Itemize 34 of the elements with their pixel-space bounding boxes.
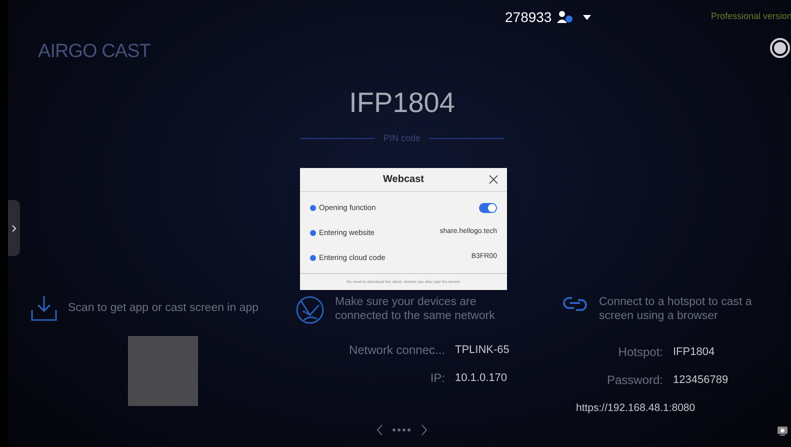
page-navigation-drawing[interactable] [377, 424, 427, 436]
info-icon [310, 204, 316, 210]
device-name: IFP1804 [349, 86, 455, 120]
close-icon[interactable] [489, 175, 498, 184]
download-icon [30, 295, 58, 322]
chevron-right-icon [12, 224, 16, 232]
browser-url: https://192.168.48.1:8080 [576, 401, 696, 416]
globe-icon [295, 295, 325, 326]
field-value: TPLINK-65 [455, 343, 510, 358]
dialog-title: Webcast [383, 173, 424, 187]
hotspot-instruction: Connect to a hotspot to cast a screen using a browser [599, 295, 753, 324]
info-icon [310, 230, 316, 236]
field-value: IFP1804 [673, 345, 715, 360]
dropdown-caret-icon[interactable] [582, 14, 591, 20]
edition-label: Professional version [710, 10, 791, 24]
side-panel-handle[interactable] [8, 200, 20, 256]
field-label: IP: [429, 370, 445, 388]
qr-code-placeholder [128, 336, 198, 406]
info-icon [310, 254, 316, 260]
field-label: Hotspot: [617, 344, 663, 362]
network-instruction: Make sure your devices are connected to the same network [335, 295, 496, 324]
field-label: Network connec... [348, 342, 445, 360]
pin-label: PIN code [383, 132, 421, 145]
app-instruction: Scan to get app or cast screen in app [68, 301, 259, 316]
field-value: 123456789 [673, 373, 728, 388]
user-icon[interactable] [556, 11, 573, 23]
logo-text: AIRGO CAST [38, 40, 150, 64]
session-code: 278933 [505, 8, 552, 26]
toggle-switch[interactable] [479, 202, 497, 212]
field-value: 10.1.0.170 [455, 371, 507, 386]
field-label: Password: [606, 372, 663, 390]
link-icon [563, 295, 587, 314]
record-button[interactable] [770, 38, 790, 58]
screen-cast-icon[interactable] [777, 426, 788, 436]
